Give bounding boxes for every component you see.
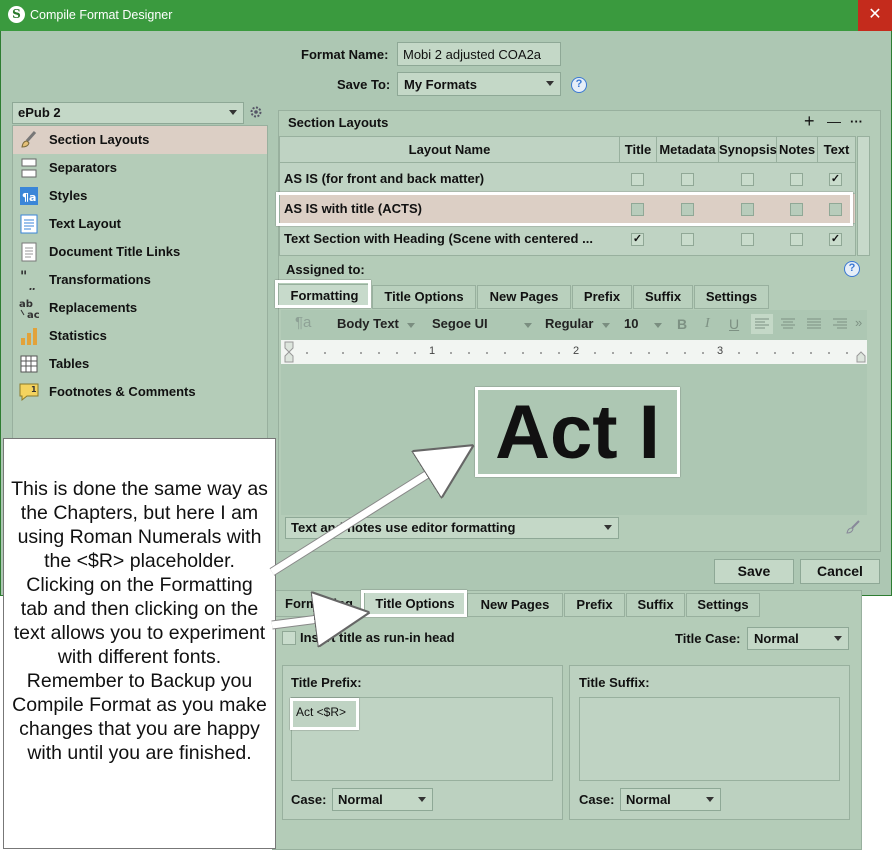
arrow-to-preview [270, 460, 450, 575]
arrow-to-tab [271, 616, 342, 625]
annotation-arrows [269, 0, 892, 850]
